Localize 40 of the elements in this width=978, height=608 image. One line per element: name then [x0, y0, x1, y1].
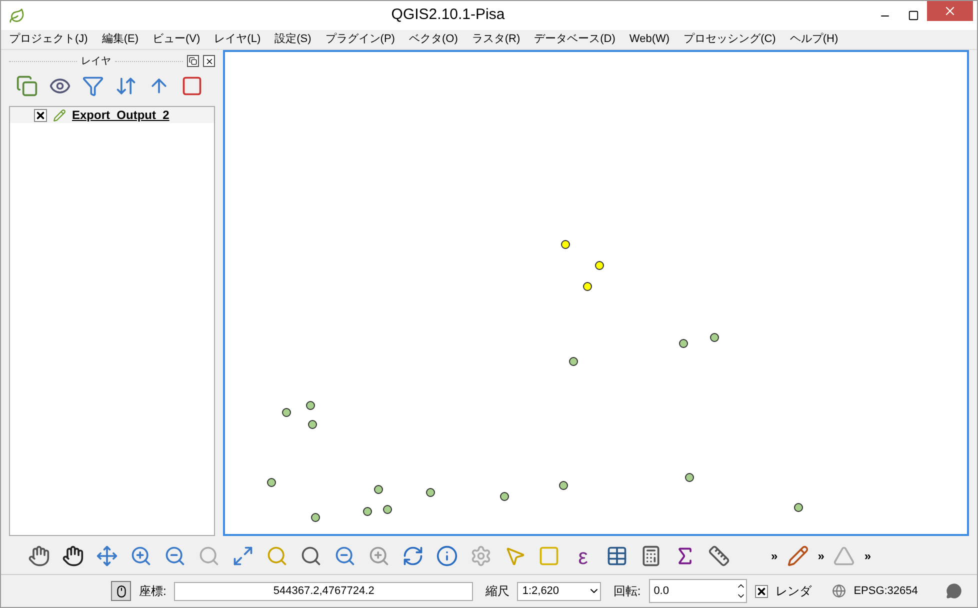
menu-item[interactable]: データベース(D): [534, 31, 616, 48]
close-panel-button[interactable]: [203, 55, 215, 67]
close-icon: [943, 4, 957, 18]
menu-item[interactable]: プラグイン(P): [325, 31, 395, 48]
menu-item[interactable]: プロセッシング(C): [684, 31, 776, 48]
menu-item[interactable]: プロジェクト(J): [9, 31, 88, 48]
coordinate-label: 座標:: [139, 583, 166, 600]
menu-item[interactable]: ヘルプ(H): [790, 31, 838, 48]
app-logo-icon: [9, 8, 25, 24]
scale-dropdown[interactable]: 1:2,620: [517, 582, 602, 600]
mouse-icon: [114, 584, 128, 598]
close-button[interactable]: [927, 1, 973, 21]
render-label: レンダ: [776, 583, 812, 600]
checkbox[interactable]: [754, 584, 768, 598]
panel-title: レイヤ: [81, 54, 111, 68]
menu-item[interactable]: ベクタ(O): [408, 31, 458, 48]
scale-label: 縮尺: [485, 583, 510, 600]
mouse-toggle-button[interactable]: [111, 581, 131, 601]
overflow-icon[interactable]: »: [771, 547, 778, 565]
menu-item[interactable]: レイヤ(L): [214, 31, 261, 48]
menu-item[interactable]: ビュー(V): [152, 31, 200, 48]
float-button[interactable]: [187, 55, 199, 67]
expression-icon[interactable]: ε: [569, 540, 597, 572]
menu-item[interactable]: Web(W): [629, 31, 670, 48]
messages-icon[interactable]: [946, 583, 962, 599]
window-title: QGIS2.10.1-Pisa: [391, 6, 505, 24]
vector-layer-icon: [53, 108, 66, 122]
close-icon: [204, 56, 214, 66]
menu-item[interactable]: ラスタ(R): [472, 31, 520, 48]
overflow-icon[interactable]: »: [818, 547, 824, 565]
crs-label[interactable]: EPSG:32654: [854, 582, 918, 600]
menu-item[interactable]: 設定(S): [274, 31, 312, 48]
checkbox[interactable]: [34, 108, 47, 122]
overflow-icon[interactable]: »: [864, 547, 872, 565]
rotation-label: 回転:: [613, 583, 641, 600]
rotation-spinbox[interactable]: 0.0: [648, 579, 747, 603]
maximize-icon: [908, 10, 918, 21]
globe-icon[interactable]: [832, 584, 846, 598]
coordinate-field[interactable]: 544367.2,4767724.2: [174, 582, 474, 600]
menu-item[interactable]: 編集(E): [102, 31, 138, 48]
